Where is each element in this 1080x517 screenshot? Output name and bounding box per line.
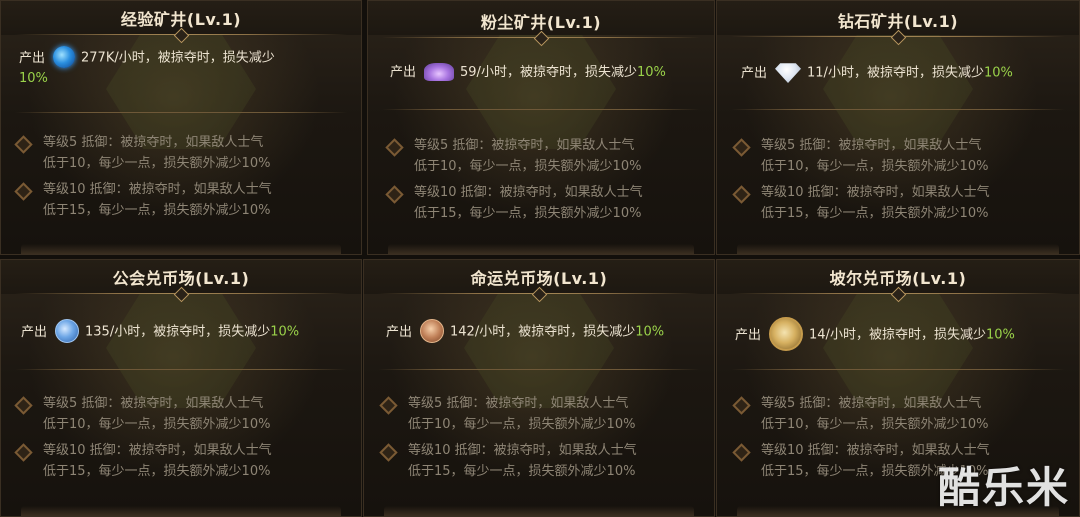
bonus-level10-line1: 等级10 抵御：被掠夺时，如果敌人士气	[43, 182, 272, 197]
production-line: 产出 142/小时，被掠夺时，损失减少10%	[386, 319, 704, 344]
loss-reduction: 10%	[19, 71, 48, 86]
bullet-diamond-icon	[732, 138, 751, 157]
bonus-level5-line1: 等级5 抵御：被掠夺时，如果敌人士气	[43, 135, 264, 150]
bonus-level10-line2: 低于15，每少一点，损失额外减少10%	[408, 464, 636, 479]
bonus-level5: 等级5 抵御：被掠夺时，如果敌人士气 低于10，每少一点，损失额外减少10%	[14, 393, 353, 435]
production-rate: 277K/小时，被掠夺时，损失减少	[81, 50, 275, 66]
production-rate: 142/小时，被掠夺时，损失减少	[450, 324, 636, 340]
hex-background	[466, 29, 616, 149]
production-line: 产出 11/小时，被掠夺时，损失减少10%	[741, 62, 1069, 84]
section-divider	[731, 369, 1065, 370]
loss-reduction: 10%	[270, 324, 300, 340]
bottom-button-strip	[21, 506, 341, 516]
section-divider	[15, 369, 347, 370]
bonus-level5-line1: 等级5 抵御：被掠夺时，如果敌人士气	[43, 396, 264, 411]
diamond-icon	[775, 63, 802, 83]
bonus-level5: 等级5 抵御：被掠夺时，如果敌人士气 低于10，每少一点，损失额外减少10%	[385, 135, 706, 177]
bonus-level10-line1: 等级10 抵御：被掠夺时，如果敌人士气	[408, 443, 637, 458]
hex-background	[464, 288, 614, 408]
bonus-level5-line2: 低于10，每少一点，损失额外减少10%	[43, 156, 271, 171]
bottom-button-strip	[388, 244, 694, 254]
bottom-button-strip	[21, 244, 341, 254]
guild-coin-icon	[55, 319, 80, 343]
production-line: 产出 59/小时，被掠夺时，损失减少10%	[390, 62, 704, 83]
watermark-logo: 酷乐米	[937, 463, 1070, 512]
bonus-level10: 等级10 抵御：被掠夺时，如果敌人士气 低于15，每少一点，损失额外减少10%	[379, 440, 706, 482]
dust-crystal-icon	[424, 62, 455, 81]
hex-background	[823, 29, 973, 149]
bullet-diamond-icon	[14, 396, 33, 415]
production-line: 产出 14/小时，被掠夺时，损失减少10%	[735, 317, 1069, 352]
bonus-level5-line2: 低于10，每少一点，损失额外减少10%	[414, 159, 642, 174]
panel-diamond-mine: 钻石矿井(Lv.1) 产出 11/小时，被掠夺时，损失减少10% 等级5 抵御：被…	[716, 0, 1080, 255]
produce-label: 产出	[21, 324, 48, 340]
production-rate: 135/小时，被掠夺时，损失减少	[85, 324, 271, 340]
bullet-diamond-icon	[379, 396, 398, 415]
bonus-level5-line1: 等级5 抵御：被掠夺时，如果敌人士气	[761, 396, 982, 411]
bullet-diamond-icon	[732, 396, 751, 415]
bonus-level5-line2: 低于10，每少一点，损失额外减少10%	[761, 417, 989, 432]
section-divider	[15, 112, 347, 113]
panel-exp-mine: 经验矿井(Lv.1) 产出 277K/小时，被掠夺时，损失减少 10% 等级5 抵…	[0, 0, 362, 255]
panel-fate-exchange: 命运兑币场(Lv.1) 产出 142/小时，被掠夺时，损失减少10% 等级5 抵御…	[363, 259, 715, 517]
fate-coin-icon	[420, 319, 445, 343]
produce-label: 产出	[386, 324, 413, 340]
bonus-level10-line1: 等级10 抵御：被掠夺时，如果敌人士气	[761, 185, 990, 200]
production-rate: 14/小时，被掠夺时，损失减少	[809, 327, 986, 343]
loss-reduction: 10%	[985, 327, 1015, 343]
section-divider	[382, 109, 700, 110]
loss-reduction: 10%	[983, 65, 1013, 81]
bonus-level5-line2: 低于10，每少一点，损失额外减少10%	[408, 417, 636, 432]
bonus-level5: 等级5 抵御：被掠夺时，如果敌人士气 低于10，每少一点，损失额外减少10%	[14, 132, 353, 174]
bonus-level10-line1: 等级10 抵御：被掠夺时，如果敌人士气	[414, 185, 643, 200]
bonus-level5-line1: 等级5 抵御：被掠夺时，如果敌人士气	[761, 138, 982, 153]
bullet-diamond-icon	[379, 443, 398, 462]
exp-orb-icon	[53, 46, 76, 68]
bottom-button-strip	[737, 244, 1059, 254]
section-divider	[378, 369, 700, 370]
bonus-level10-line1: 等级10 抵御：被掠夺时，如果敌人士气	[43, 443, 272, 458]
bonus-level10-line2: 低于15，每少一点，损失额外减少10%	[414, 206, 642, 221]
bonus-level10-line2: 低于15，每少一点，损失额外减少10%	[43, 203, 271, 218]
panel-guild-exchange: 公会兑币场(Lv.1) 产出 135/小时，被掠夺时，损失减少10% 等级5 抵御…	[0, 259, 362, 517]
produce-label: 产出	[19, 50, 46, 66]
bonus-level10-line2: 低于15，每少一点，损失额外减少10%	[43, 464, 271, 479]
produce-label: 产出	[741, 65, 768, 81]
section-divider	[731, 109, 1065, 110]
bonus-level5: 等级5 抵御：被掠夺时，如果敌人士气 低于10，每少一点，损失额外减少10%	[379, 393, 706, 435]
production-rate: 11/小时，被掠夺时，损失减少	[807, 65, 984, 81]
bullet-diamond-icon	[14, 135, 33, 154]
bonus-level10: 等级10 抵御：被掠夺时，如果敌人士气 低于15，每少一点，损失额外减少10%	[14, 179, 353, 221]
bonus-level5: 等级5 抵御：被掠夺时，如果敌人士气 低于10，每少一点，损失额外减少10%	[732, 135, 1071, 177]
bonus-level5: 等级5 抵御：被掠夺时，如果敌人士气 低于10，每少一点，损失额外减少10%	[732, 393, 1071, 435]
bonus-level10: 等级10 抵御：被掠夺时，如果敌人士气 低于15，每少一点，损失额外减少10%	[732, 182, 1071, 224]
loss-reduction: 10%	[636, 65, 666, 80]
produce-label: 产出	[390, 65, 417, 80]
bol-coin-icon	[769, 317, 804, 351]
production-line: 产出 277K/小时，被掠夺时，损失减少 10%	[19, 46, 351, 89]
bullet-diamond-icon	[14, 182, 33, 201]
production-rate: 59/小时，被掠夺时，损失减少	[460, 65, 637, 80]
bottom-button-strip	[384, 506, 694, 516]
production-line: 产出 135/小时，被掠夺时，损失减少10%	[21, 319, 351, 344]
bonus-level10: 等级10 抵御：被掠夺时，如果敌人士气 低于15，每少一点，损失额外减少10%	[385, 182, 706, 224]
bullet-diamond-icon	[14, 443, 33, 462]
bonus-level10: 等级10 抵御：被掠夺时，如果敌人士气 低于15，每少一点，损失额外减少10%	[14, 440, 353, 482]
panel-dust-mine: 粉尘矿井(Lv.1) 产出 59/小时，被掠夺时，损失减少10% 等级5 抵御：被…	[367, 0, 715, 255]
bonus-level5-line1: 等级5 抵御：被掠夺时，如果敌人士气	[408, 396, 629, 411]
bullet-diamond-icon	[385, 185, 404, 204]
bullet-diamond-icon	[732, 443, 751, 462]
loss-reduction: 10%	[635, 324, 665, 340]
produce-label: 产出	[735, 327, 762, 343]
bullet-diamond-icon	[385, 138, 404, 157]
bonus-level10-line2: 低于15，每少一点，损失额外减少10%	[761, 206, 989, 221]
bonus-level5-line2: 低于10，每少一点，损失额外减少10%	[43, 417, 271, 432]
bonus-level5-line2: 低于10，每少一点，损失额外减少10%	[761, 159, 989, 174]
bonus-level5-line1: 等级5 抵御：被掠夺时，如果敌人士气	[414, 138, 635, 153]
hex-background	[106, 288, 256, 408]
bullet-diamond-icon	[732, 185, 751, 204]
